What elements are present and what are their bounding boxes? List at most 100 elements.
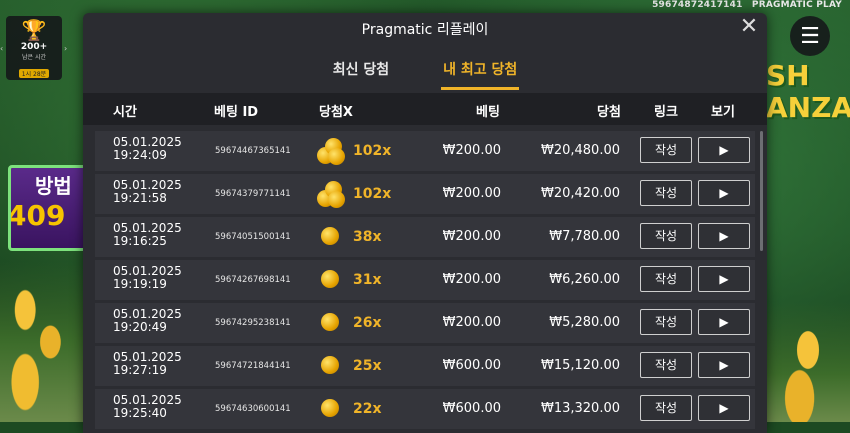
coin-icon bbox=[321, 313, 339, 331]
close-icon[interactable]: ✕ bbox=[739, 15, 759, 39]
logo-line-2: ANZA bbox=[766, 91, 850, 124]
table-row: 05.01.2025 19:24:09 59674467365141 102x ₩200… bbox=[95, 131, 755, 171]
table-header: 시간 베팅 ID 당첨X 베팅 당첨 링크 보기 bbox=[83, 93, 767, 125]
row-multiplier: 22x bbox=[353, 401, 382, 417]
tournament-time-label: 남은 시간 bbox=[22, 54, 46, 61]
row-time: 19:19:19 bbox=[113, 277, 167, 291]
play-replay-button[interactable]: ▶ bbox=[698, 309, 750, 335]
row-time: 19:24:09 bbox=[113, 148, 167, 162]
create-link-button[interactable]: 작성 bbox=[640, 180, 692, 206]
tab-latest-wins[interactable]: 최신 당첨 bbox=[333, 53, 389, 89]
column-link: 링크 bbox=[654, 105, 678, 120]
row-multiplier: 26x bbox=[353, 315, 382, 331]
row-bet-id: 59674295238141 bbox=[215, 318, 291, 328]
row-bet-id: 59674379771141 bbox=[215, 189, 291, 199]
play-icon: ▶ bbox=[719, 272, 729, 286]
session-info: 59674872417141 PRAGMATIC PLAY bbox=[646, 0, 842, 10]
logo-line-1: SH bbox=[766, 59, 810, 92]
row-bet-id: 59674467365141 bbox=[215, 146, 291, 156]
row-win: ₩6,260.00 bbox=[549, 272, 620, 287]
create-link-button[interactable]: 작성 bbox=[640, 266, 692, 292]
row-bet-id: 59674051500141 bbox=[215, 232, 291, 242]
tournament-time-badge: 1시 28분 bbox=[18, 69, 50, 78]
play-icon: ▶ bbox=[719, 229, 729, 243]
row-datetime: 05.01.2025 19:16:25 bbox=[113, 222, 182, 248]
trophy-icon: 🏆 bbox=[21, 18, 47, 42]
table-row: 05.01.2025 19:16:25 59674051500141 38x ₩200.… bbox=[95, 217, 755, 257]
row-bet: ₩200.00 bbox=[442, 272, 501, 287]
coins-decoration-left bbox=[0, 262, 84, 422]
create-link-button[interactable]: 작성 bbox=[640, 395, 692, 421]
column-view: 보기 bbox=[711, 105, 735, 120]
menu-button[interactable]: ☰ bbox=[790, 16, 830, 56]
create-link-button[interactable]: 작성 bbox=[640, 309, 692, 335]
row-datetime: 05.01.2025 19:25:40 bbox=[113, 394, 182, 420]
table-row: 05.01.2025 19:25:40 59674630600141 22x ₩600.… bbox=[95, 389, 755, 429]
create-link-button[interactable]: 작성 bbox=[640, 137, 692, 163]
row-bet: ₩200.00 bbox=[442, 143, 501, 158]
row-multiplier: 38x bbox=[353, 229, 382, 245]
promo-number: 409 bbox=[8, 199, 66, 232]
hamburger-icon: ☰ bbox=[800, 23, 820, 49]
table-row: 05.01.2025 19:20:49 59674295238141 26x ₩200.… bbox=[95, 303, 755, 343]
tab-bar: 최신 당첨 내 최고 당첨 bbox=[83, 53, 767, 91]
row-bet: ₩200.00 bbox=[442, 186, 501, 201]
play-icon: ▶ bbox=[719, 358, 729, 372]
create-link-button[interactable]: 작성 bbox=[640, 352, 692, 378]
play-replay-button[interactable]: ▶ bbox=[698, 395, 750, 421]
row-win: ₩20,480.00 bbox=[540, 143, 620, 158]
play-replay-button[interactable]: ▶ bbox=[698, 180, 750, 206]
chevron-right-icon[interactable]: › bbox=[64, 44, 67, 53]
play-icon: ▶ bbox=[719, 401, 729, 415]
coin-icon bbox=[321, 270, 339, 288]
table-row: 05.01.2025 19:21:58 59674379771141 102x ₩200… bbox=[95, 174, 755, 214]
row-bet-id: 59674630600141 bbox=[215, 404, 291, 414]
session-id: 59674872417141 bbox=[652, 0, 743, 10]
tournament-count: 200+ bbox=[20, 42, 48, 52]
play-icon: ▶ bbox=[719, 143, 729, 157]
row-datetime: 05.01.2025 19:21:58 bbox=[113, 179, 182, 205]
row-datetime: 05.01.2025 19:27:19 bbox=[113, 351, 182, 377]
row-multiplier: 102x bbox=[353, 143, 392, 159]
play-replay-button[interactable]: ▶ bbox=[698, 137, 750, 163]
row-win: ₩20,420.00 bbox=[540, 186, 620, 201]
play-replay-button[interactable]: ▶ bbox=[698, 266, 750, 292]
table-row: 05.01.2025 19:27:19 59674721844141 25x ₩600.… bbox=[95, 346, 755, 386]
table-row: 05.01.2025 19:19:19 59674267698141 31x ₩200.… bbox=[95, 260, 755, 300]
row-datetime: 05.01.2025 19:24:09 bbox=[113, 136, 182, 162]
row-datetime: 05.01.2025 19:19:19 bbox=[113, 265, 182, 291]
tournament-widget[interactable]: 🏆 200+ 남은 시간 1시 28분 bbox=[6, 16, 62, 80]
row-multiplier: 31x bbox=[353, 272, 382, 288]
tab-my-best-wins[interactable]: 내 최고 당첨 bbox=[441, 53, 520, 90]
coin-icon bbox=[321, 227, 339, 245]
row-bet: ₩200.00 bbox=[442, 229, 501, 244]
row-multiplier: 25x bbox=[353, 358, 382, 374]
row-time: 19:16:25 bbox=[113, 234, 167, 248]
promo-banner[interactable]: 방법 409 bbox=[8, 165, 94, 251]
row-time: 19:21:58 bbox=[113, 191, 167, 205]
scrollbar[interactable] bbox=[760, 131, 763, 251]
play-icon: ▶ bbox=[719, 315, 729, 329]
brand-label: PRAGMATIC PLAY bbox=[751, 0, 842, 10]
create-link-button[interactable]: 작성 bbox=[640, 223, 692, 249]
row-win: ₩15,120.00 bbox=[540, 358, 620, 373]
coin-stack-icon bbox=[317, 181, 347, 209]
column-multiplier: 당첨X bbox=[319, 105, 353, 120]
row-time: 19:20:49 bbox=[113, 320, 167, 334]
row-bet-id: 59674267698141 bbox=[215, 275, 291, 285]
row-bet: ₩600.00 bbox=[442, 358, 501, 373]
row-time: 19:25:40 bbox=[113, 406, 167, 420]
coins-decoration-right bbox=[766, 302, 850, 422]
row-time: 19:27:19 bbox=[113, 363, 167, 377]
coin-icon bbox=[321, 399, 339, 417]
play-replay-button[interactable]: ▶ bbox=[698, 223, 750, 249]
column-win: 당첨 bbox=[597, 105, 621, 120]
game-logo: SH ANZA bbox=[766, 60, 850, 140]
column-bet-id: 베팅 ID bbox=[214, 105, 259, 120]
row-win: ₩7,780.00 bbox=[549, 229, 620, 244]
row-bet: ₩600.00 bbox=[442, 401, 501, 416]
row-datetime: 05.01.2025 19:20:49 bbox=[113, 308, 182, 334]
chevron-left-icon[interactable]: ‹ bbox=[0, 44, 3, 53]
column-time: 시간 bbox=[113, 105, 137, 120]
play-replay-button[interactable]: ▶ bbox=[698, 352, 750, 378]
